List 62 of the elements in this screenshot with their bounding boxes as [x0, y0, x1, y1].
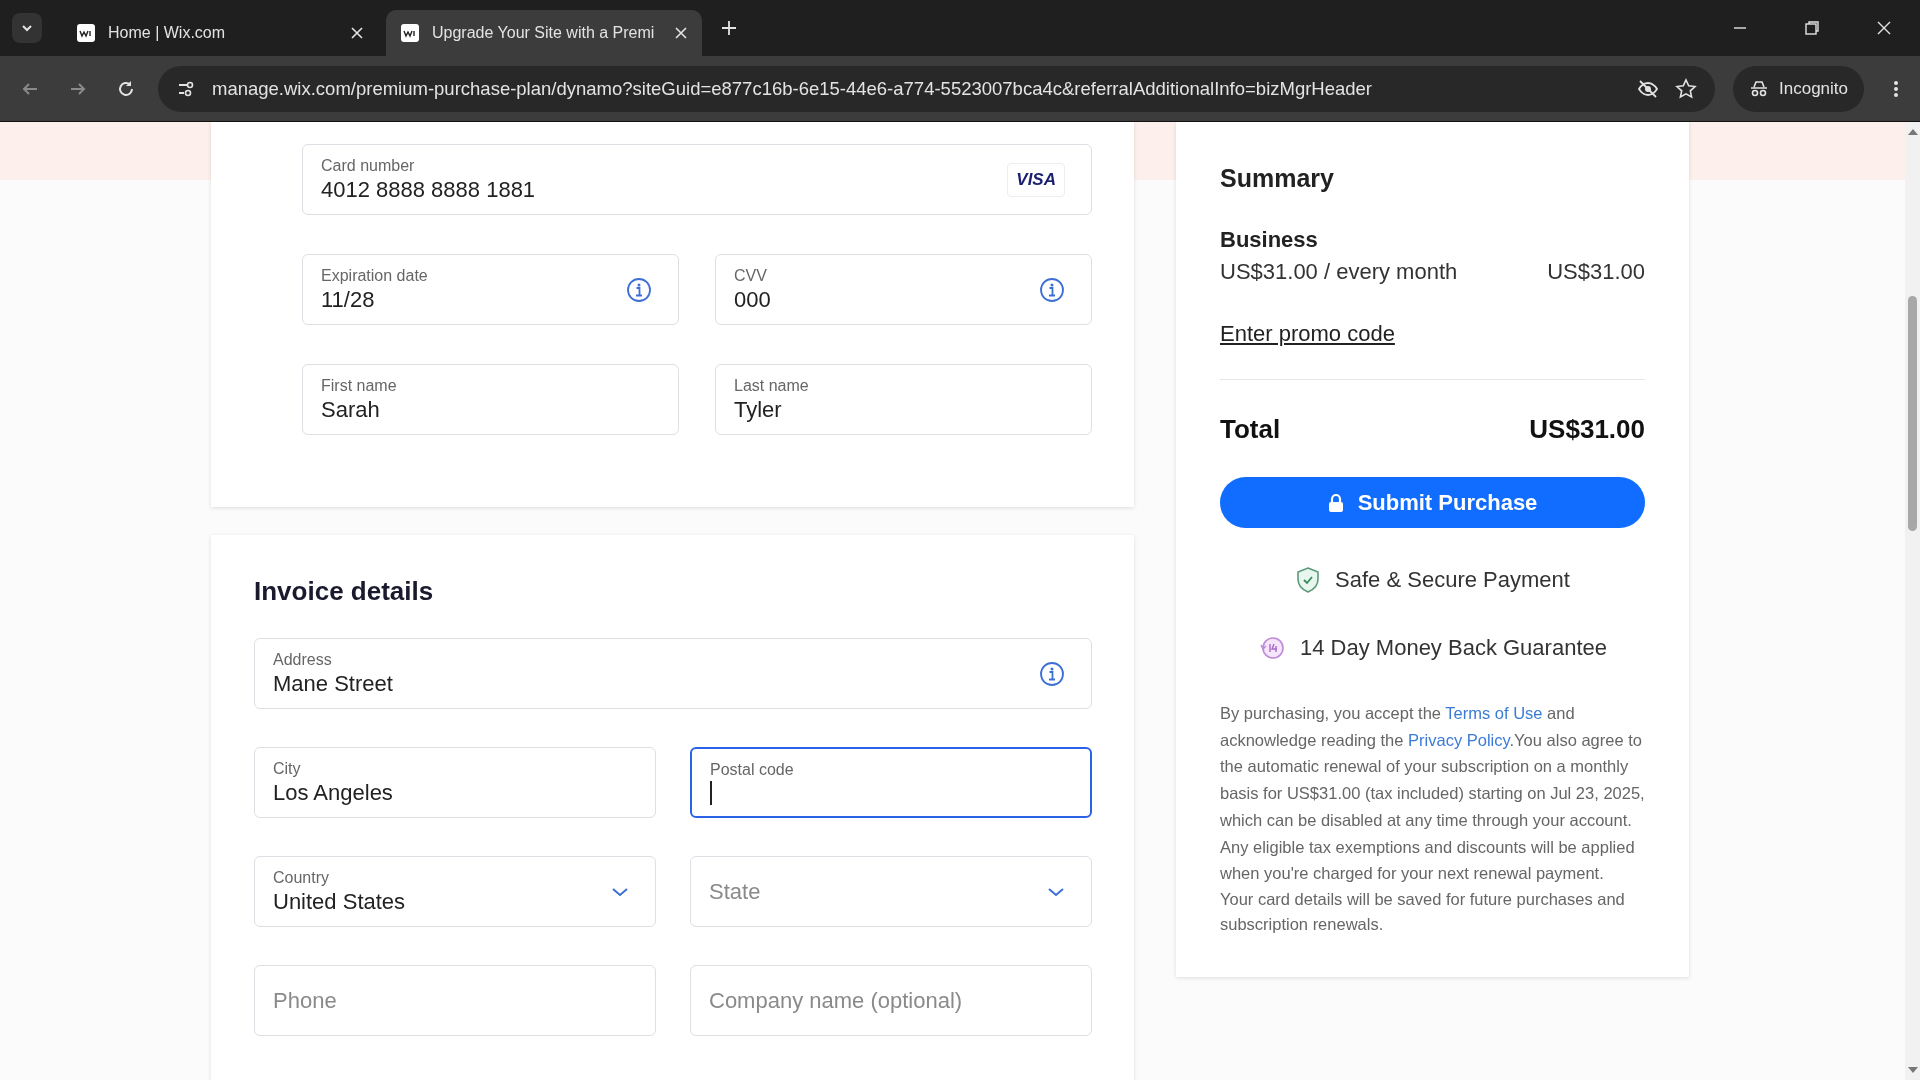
field-label: Country [273, 868, 331, 887]
card-number-field[interactable]: Card number 4012 8888 8888 1881 VISA [302, 144, 1092, 215]
total-label: Total [1220, 414, 1281, 445]
text-field[interactable]: Expiration date 11/28 [302, 254, 679, 325]
field-label: City [273, 759, 302, 778]
scroll-up-icon[interactable] [1907, 128, 1918, 136]
plan-name: Business [1220, 227, 1319, 253]
shield-check-icon [1295, 566, 1322, 594]
field-label: CVV [734, 266, 768, 285]
calendar-return-icon [1258, 634, 1286, 662]
text-field[interactable]: CVV 000 [715, 254, 1092, 325]
text-field[interactable]: City Los Angeles [254, 747, 656, 818]
scrollbar-thumb[interactable] [1908, 296, 1917, 531]
restore-icon[interactable] [1804, 20, 1820, 36]
text-cursor [710, 780, 712, 805]
terms-paragraph: By purchasing, you accept the Terms of Use and acknowledge reading the Privacy Policy.You also agree to the automatic renewal of your subscription on a monthly basis for US$31.00 (tax included) starting on Jul 23, 2025, which can be disabled at any time through your account. Any eligible tax exemptions and discounts will be applied when you're charged for your next renewal payment. [1220, 703, 1645, 885]
guarantee-text: 14 Day Money Back Guarantee [1300, 635, 1607, 661]
field-label: Postal code [710, 760, 795, 779]
browser-tab[interactable]: Home | Wix.com [62, 10, 378, 56]
menu-icon[interactable] [1892, 78, 1900, 99]
text-field[interactable]: Last name Tyler [715, 364, 1092, 435]
terms-link[interactable]: Privacy Policy [1408, 730, 1510, 749]
tab-search-button[interactable] [12, 13, 42, 43]
dropdown-field[interactable]: Country United States [254, 856, 656, 927]
close-icon[interactable] [350, 26, 364, 40]
incognito-button[interactable]: Incognito [1733, 65, 1864, 112]
scrollbar[interactable] [1905, 122, 1920, 1080]
text-field[interactable]: Address Mane Street [254, 638, 1092, 709]
chevron-down-icon [1047, 885, 1065, 898]
text-field[interactable]: Postal code [690, 747, 1092, 818]
text-field[interactable]: First name Sarah [302, 364, 679, 435]
field-label: Expiration date [321, 266, 429, 285]
field-label: Last name [734, 376, 810, 395]
field-label: Card number [321, 156, 416, 175]
site-favicon [76, 23, 96, 43]
section-title: Invoice details [254, 576, 435, 607]
new-tab-icon[interactable] [720, 19, 738, 37]
info-icon[interactable] [626, 276, 652, 303]
star-icon[interactable] [1675, 77, 1697, 100]
summary-title: Summary [1220, 164, 1335, 193]
plan-amount: US$31.00 [1547, 259, 1645, 285]
browser-tab[interactable]: Upgrade Your Site with a Premi [386, 10, 702, 56]
lock-icon [1327, 492, 1344, 513]
info-icon[interactable] [1039, 276, 1065, 303]
card-saving-note: Your card details will be saved for future purchases and subscription renewals. [1220, 888, 1626, 935]
submit-purchase-button[interactable]: Submit Purchase [1220, 477, 1645, 528]
promo-code-link[interactable]: Enter promo code [1220, 321, 1395, 347]
incognito-icon [1749, 79, 1769, 98]
close-icon[interactable] [1876, 20, 1892, 36]
total-amount: US$31.00 [1529, 414, 1645, 445]
terms-link[interactable]: Terms of Use [1445, 704, 1543, 722]
site-favicon [400, 23, 420, 43]
eye-slash-icon[interactable] [1637, 77, 1659, 100]
chevron-down-icon [611, 885, 629, 898]
field-label: Address [273, 650, 333, 669]
close-icon[interactable] [674, 26, 688, 40]
info-icon[interactable] [1039, 660, 1065, 687]
scroll-down-icon[interactable] [1907, 1066, 1918, 1074]
field-label: First name [321, 376, 398, 395]
visa-logo: VISA [1007, 162, 1065, 197]
plan-price: US$31.00 / every month [1220, 259, 1458, 285]
guarantee-text: Safe & Secure Payment [1335, 567, 1570, 593]
